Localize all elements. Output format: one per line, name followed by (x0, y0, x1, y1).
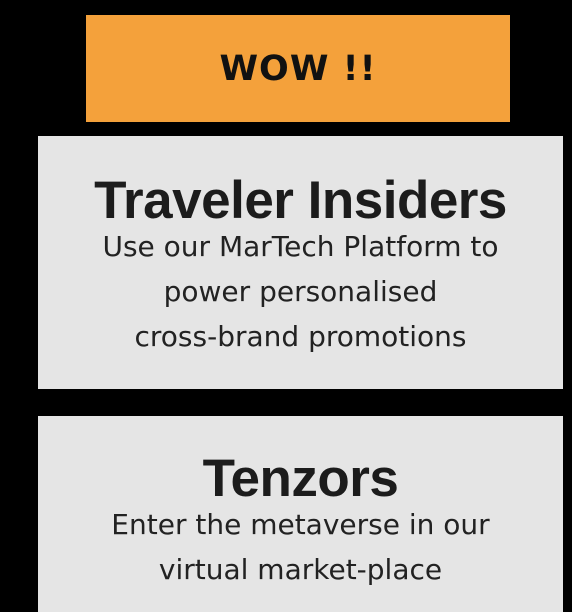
card-description-line: Enter the metaverse in our (111, 508, 490, 541)
wow-banner: WOW !! (86, 15, 510, 122)
card-traveler-insiders[interactable]: Traveler Insiders Use our MarTech Platfo… (38, 136, 563, 389)
card-tenzors[interactable]: Tenzors Enter the metaverse in our virtu… (38, 416, 563, 612)
card-title: Tenzors (202, 449, 399, 508)
card-description-line: power personalised (163, 275, 438, 308)
card-description-line: Use our MarTech Platform to (102, 230, 499, 263)
card-description-line: cross-brand promotions (134, 320, 467, 353)
banner-label: WOW !! (219, 48, 377, 89)
card-description: Enter the metaverse in our virtual marke… (61, 502, 541, 592)
card-description: Use our MarTech Platform to power person… (61, 224, 541, 359)
card-description-line: virtual market-place (158, 553, 443, 586)
card-title: Traveler Insiders (94, 171, 507, 230)
